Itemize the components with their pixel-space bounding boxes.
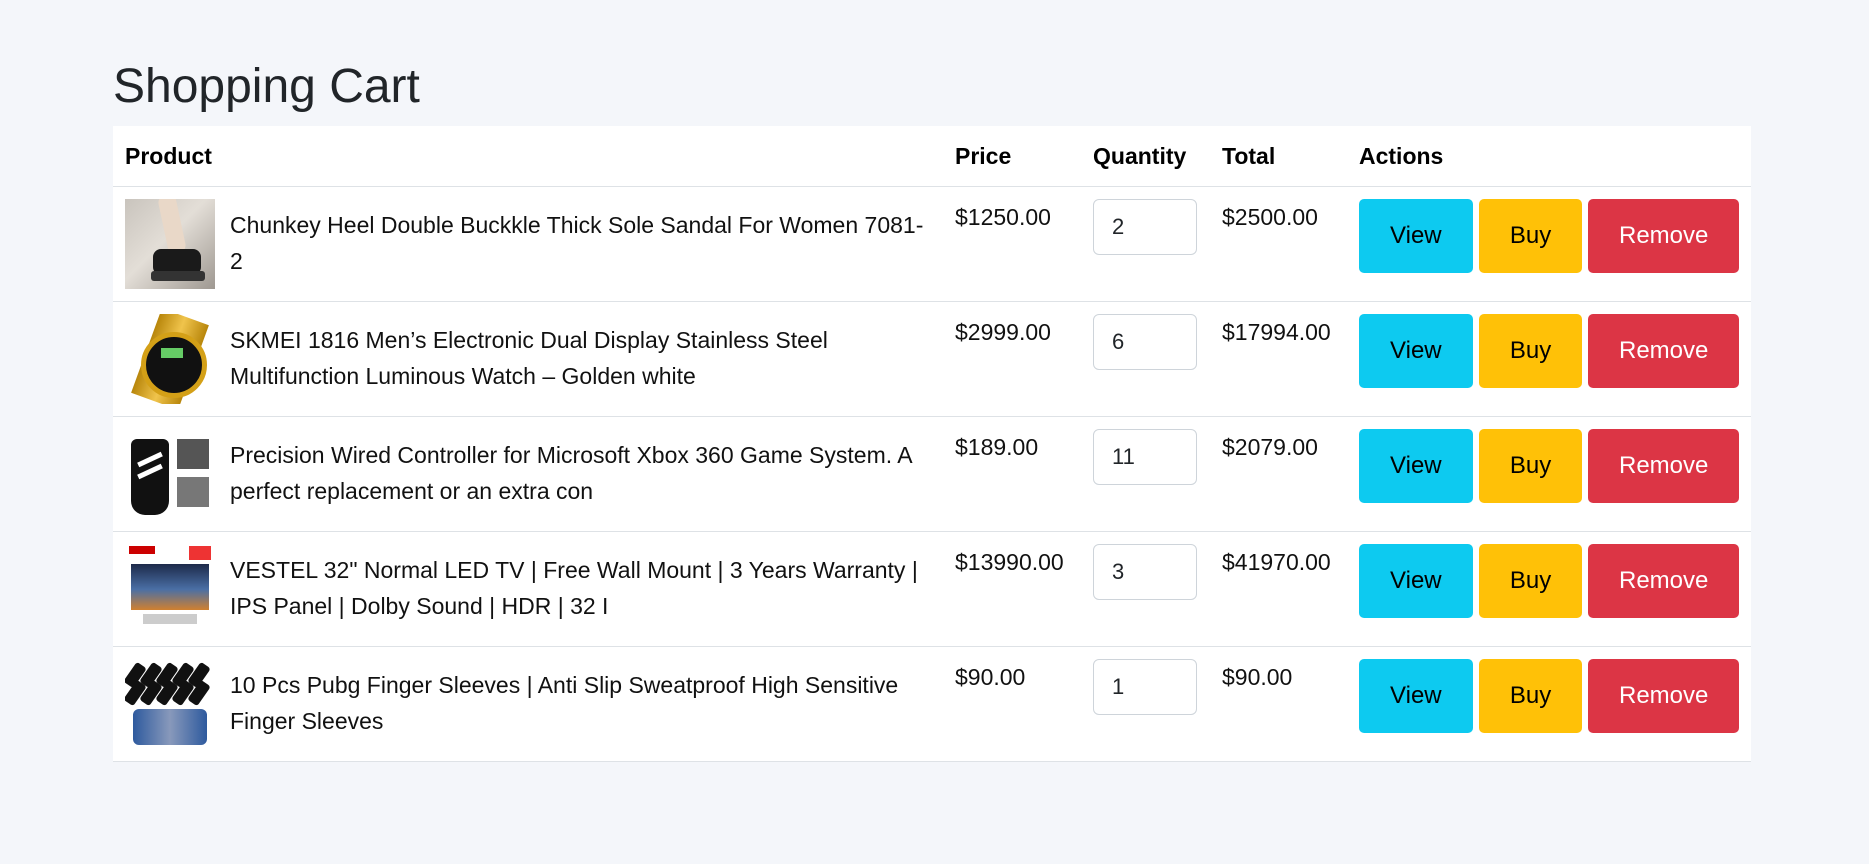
cart-table: Product Price Quantity Total Actions Chu…: [113, 126, 1751, 762]
table-row: Precision Wired Controller for Microsoft…: [113, 416, 1751, 532]
product-price: $189.00: [955, 434, 1039, 460]
view-button[interactable]: View: [1359, 314, 1473, 388]
header-total: Total: [1210, 126, 1347, 187]
table-row: VESTEL 32" Normal LED TV | Free Wall Mou…: [113, 531, 1751, 647]
product-name: Precision Wired Controller for Microsoft…: [230, 442, 912, 504]
product-thumbnail[interactable]: [125, 314, 215, 404]
product-price: $1250.00: [955, 204, 1051, 230]
cart-page: Shopping Cart Product Price Quantity Tot…: [113, 0, 1751, 762]
remove-button[interactable]: Remove: [1588, 314, 1739, 388]
view-button[interactable]: View: [1359, 199, 1473, 273]
remove-button[interactable]: Remove: [1588, 199, 1739, 273]
line-total: $2079.00: [1222, 434, 1318, 460]
product-thumbnail[interactable]: [125, 199, 215, 289]
product-cell: SKMEI 1816 Men’s Electronic Dual Display…: [113, 301, 943, 417]
line-total: $41970.00: [1222, 549, 1331, 575]
table-row: 10 Pcs Pubg Finger Sleeves | Anti Slip S…: [113, 646, 1751, 762]
line-total: $2500.00: [1222, 204, 1318, 230]
buy-button[interactable]: Buy: [1478, 544, 1583, 618]
product-price: $2999.00: [955, 319, 1051, 345]
header-product: Product: [113, 126, 943, 187]
product-thumbnail[interactable]: [125, 544, 215, 634]
line-total: $17994.00: [1222, 319, 1331, 345]
header-actions: Actions: [1347, 126, 1751, 187]
product-name: 10 Pcs Pubg Finger Sleeves | Anti Slip S…: [230, 672, 899, 734]
product-cell: Chunkey Heel Double Buckkle Thick Sole S…: [113, 186, 943, 302]
quantity-input[interactable]: [1093, 314, 1197, 370]
product-price: $90.00: [955, 664, 1026, 690]
row-actions: View Buy Remove: [1359, 544, 1739, 618]
buy-button[interactable]: Buy: [1478, 314, 1583, 388]
row-actions: View Buy Remove: [1359, 659, 1739, 733]
product-cell: VESTEL 32" Normal LED TV | Free Wall Mou…: [113, 531, 943, 647]
product-thumbnail[interactable]: [125, 659, 215, 749]
remove-button[interactable]: Remove: [1588, 544, 1739, 618]
product-thumbnail[interactable]: [125, 429, 215, 519]
header-price: Price: [943, 126, 1081, 187]
view-button[interactable]: View: [1359, 544, 1473, 618]
remove-button[interactable]: Remove: [1588, 659, 1739, 733]
table-row: Chunkey Heel Double Buckkle Thick Sole S…: [113, 186, 1751, 302]
product-name: Chunkey Heel Double Buckkle Thick Sole S…: [230, 212, 924, 274]
view-button[interactable]: View: [1359, 429, 1473, 503]
buy-button[interactable]: Buy: [1478, 429, 1583, 503]
quantity-input[interactable]: [1093, 659, 1197, 715]
line-total: $90.00: [1222, 664, 1293, 690]
table-header-row: Product Price Quantity Total Actions: [113, 126, 1751, 187]
product-name: VESTEL 32" Normal LED TV | Free Wall Mou…: [230, 557, 918, 619]
quantity-input[interactable]: [1093, 199, 1197, 255]
header-quantity: Quantity: [1081, 126, 1210, 187]
table-row: SKMEI 1816 Men’s Electronic Dual Display…: [113, 301, 1751, 417]
row-actions: View Buy Remove: [1359, 429, 1739, 503]
quantity-input[interactable]: [1093, 544, 1197, 600]
row-actions: View Buy Remove: [1359, 314, 1739, 388]
buy-button[interactable]: Buy: [1478, 659, 1583, 733]
remove-button[interactable]: Remove: [1588, 429, 1739, 503]
buy-button[interactable]: Buy: [1478, 199, 1583, 273]
product-cell: 10 Pcs Pubg Finger Sleeves | Anti Slip S…: [113, 646, 943, 762]
view-button[interactable]: View: [1359, 659, 1473, 733]
row-actions: View Buy Remove: [1359, 199, 1739, 273]
product-name: SKMEI 1816 Men’s Electronic Dual Display…: [230, 327, 828, 389]
product-price: $13990.00: [955, 549, 1064, 575]
product-cell: Precision Wired Controller for Microsoft…: [113, 416, 943, 532]
page-title: Shopping Cart: [113, 60, 420, 113]
quantity-input[interactable]: [1093, 429, 1197, 485]
